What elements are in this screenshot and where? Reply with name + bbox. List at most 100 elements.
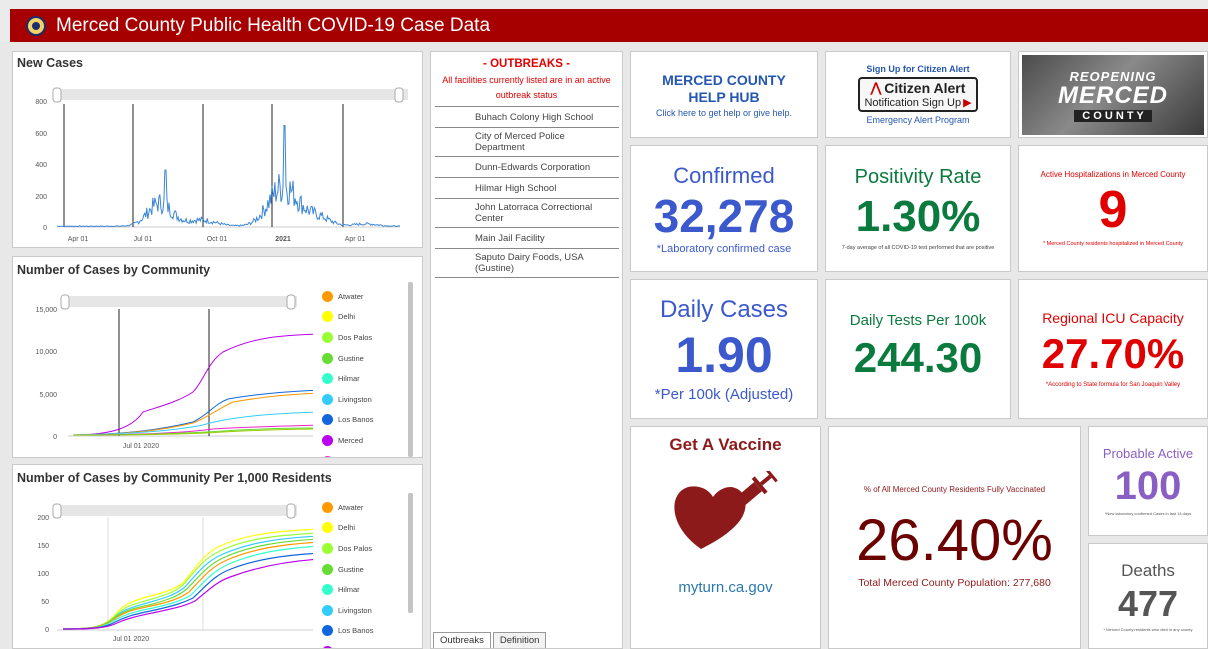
reopening-merced-panel[interactable]: REOPENING MERCED C O U N T Y xyxy=(1018,51,1208,138)
legend-label: Winton xyxy=(338,457,361,458)
reopening-logo[interactable]: REOPENING MERCED C O U N T Y xyxy=(1022,55,1204,135)
x-tick-label: Jul 01 2020 xyxy=(113,636,149,643)
vaccinated-note: Total Merced County Population: 277,680 xyxy=(858,577,1051,589)
series-line-merced xyxy=(62,558,313,630)
list-item[interactable]: Hilmar High School xyxy=(435,178,619,199)
x-tick-label: Oct 01 xyxy=(207,236,228,243)
vaccine-link[interactable]: myturn.ca.gov xyxy=(631,579,820,596)
list-item[interactable]: Buhach Colony High School xyxy=(435,107,619,128)
legend-item[interactable]: Merced xyxy=(320,641,405,648)
legend-item[interactable]: Los Banos xyxy=(320,410,405,431)
icu-value: 27.70% xyxy=(1041,330,1185,377)
legend-swatch-icon xyxy=(322,584,333,596)
legend-swatch-icon xyxy=(322,542,333,554)
vaccine-panel[interactable]: Get A Vaccine myturn.ca.gov xyxy=(630,426,821,649)
legend-item[interactable]: Hilmar xyxy=(320,368,405,389)
series-line-atwater xyxy=(62,541,313,630)
range-slider-left-handle[interactable] xyxy=(52,503,62,519)
list-item[interactable]: Saputo Dairy Foods, USA (Gustine) xyxy=(435,249,619,278)
legend-item[interactable]: Delhi xyxy=(320,307,405,328)
heart-syringe-icon xyxy=(674,471,778,549)
y-tick-label: 15,000 xyxy=(36,307,58,314)
legend-item[interactable]: Hilmar xyxy=(320,579,405,600)
legend-label: Hilmar xyxy=(338,585,360,595)
y-tick-label: 0 xyxy=(43,225,47,232)
daily-tests-value: 244.30 xyxy=(853,333,983,381)
legend-swatch-icon xyxy=(322,563,333,575)
legend-label: Gustine xyxy=(338,564,364,574)
confirmed-note: *Laboratory confirmed case xyxy=(656,242,792,255)
outbreaks-list: Buhach Colony High School City of Merced… xyxy=(435,106,619,278)
range-slider-track[interactable] xyxy=(65,296,297,307)
y-tick-label: 10,000 xyxy=(36,349,58,356)
alert-chevron-icon: ⋀ xyxy=(870,80,882,95)
legend-item[interactable]: Winton xyxy=(320,451,405,458)
range-slider-right-handle[interactable] xyxy=(394,87,404,103)
legend-item[interactable]: Dos Palos xyxy=(320,327,405,348)
vaccinated-title: % of All Merced County Residents Fully V… xyxy=(863,485,1046,494)
y-tick-label: 200 xyxy=(35,194,47,201)
county-seal-icon xyxy=(26,15,46,36)
legend-item[interactable]: Merced xyxy=(320,430,405,451)
new-cases-panel: New Cases 800 600 400 200 0 Apr 01 Jul 0… xyxy=(12,51,423,248)
legend-swatch-icon xyxy=(322,414,333,426)
community-legend[interactable]: Atwater Delhi Dos Palos Gustine Hilmar Living… xyxy=(320,286,405,458)
legend-item[interactable]: Atwater xyxy=(320,497,405,518)
help-hub-panel[interactable]: MERCED COUNTY HELP HUB Click here to get… xyxy=(630,51,818,138)
header: Merced County Public Health COVID-19 Cas… xyxy=(0,0,1208,42)
legend-scrollbar[interactable] xyxy=(408,282,413,457)
legend-label: Merced xyxy=(338,435,364,445)
list-item[interactable]: John Latorraca Correctional Center xyxy=(435,199,619,228)
cases-by-community-chart[interactable]: 15,000 10,000 5,000 0 Jul 01 2020 xyxy=(13,257,313,458)
range-slider-left-handle[interactable] xyxy=(52,87,62,103)
range-slider-right-handle[interactable] xyxy=(286,294,296,310)
tab-outbreaks[interactable]: Outbreaks xyxy=(433,632,491,648)
citizen-alert-top-text[interactable]: Sign Up for Citizen Alert xyxy=(866,64,969,74)
legend-item[interactable]: Livingston xyxy=(320,600,405,621)
legend-swatch-icon xyxy=(322,434,333,446)
new-cases-chart[interactable]: 800 600 400 200 0 Apr 01 Jul 01 Oct 01 2… xyxy=(13,52,423,248)
positivity-value: 1.30% xyxy=(855,192,981,241)
daily-tests-title: Daily Tests Per 100k xyxy=(849,311,987,329)
outbreaks-subtitle: All facilities currently listed are in a… xyxy=(442,75,611,100)
list-item[interactable]: City of Merced Police Department xyxy=(435,128,619,157)
y-tick-label: 0 xyxy=(53,434,57,441)
citizen-alert-bottom-text[interactable]: Emergency Alert Program xyxy=(866,115,969,125)
range-slider-left-handle[interactable] xyxy=(60,294,70,310)
legend-item[interactable]: Delhi xyxy=(320,518,405,539)
list-item[interactable]: Dunn-Edwards Corporation xyxy=(435,157,619,178)
legend-scrollbar[interactable] xyxy=(408,493,413,613)
range-slider-track[interactable] xyxy=(57,505,297,516)
daily-cases-value: 1.90 xyxy=(675,326,773,383)
legend-label: Los Banos xyxy=(338,415,374,425)
vaccine-title[interactable]: Get A Vaccine xyxy=(631,435,820,455)
y-tick-label: 0 xyxy=(45,627,49,634)
range-slider-track[interactable] xyxy=(57,89,408,100)
legend-item[interactable]: Atwater xyxy=(320,286,405,307)
help-hub-subtitle[interactable]: Click here to get help or give help. xyxy=(656,108,792,118)
x-tick-label: Apr 01 xyxy=(345,236,366,243)
y-tick-label: 400 xyxy=(35,162,47,169)
legend-item[interactable]: Gustine xyxy=(320,348,405,369)
legend-item[interactable]: Los Banos xyxy=(320,621,405,642)
help-hub-title[interactable]: MERCED COUNTY HELP HUB xyxy=(649,72,799,106)
cases-by-community-panel: Number of Cases by Community 15,000 10,0… xyxy=(12,256,423,458)
citizen-alert-panel[interactable]: Sign Up for Citizen Alert ⋀ Citizen Aler… xyxy=(825,51,1011,138)
deaths-value: 477 xyxy=(1117,582,1179,624)
citizen-alert-button[interactable]: ⋀ Citizen Alert Notification Sign Up ▶ xyxy=(858,77,978,112)
y-tick-label: 200 xyxy=(37,515,49,522)
list-item[interactable]: Main Jail Facility xyxy=(435,228,619,249)
outbreaks-header: - OUTBREAKS - All facilities currently l… xyxy=(431,52,622,103)
range-slider-right-handle[interactable] xyxy=(286,503,296,519)
outbreaks-tabs: Outbreaks Definition xyxy=(433,632,548,648)
deaths-panel: Deaths 477 * Merced County residents who… xyxy=(1088,543,1208,649)
x-tick-label: Apr 01 xyxy=(68,236,89,243)
legend-item[interactable]: Gustine xyxy=(320,559,405,580)
cases-per-1000-chart[interactable]: 200 150 100 50 0 Jul 01 2020 xyxy=(13,465,313,649)
legend-label: Dos Palos xyxy=(338,543,373,553)
legend-item[interactable]: Livingston xyxy=(320,389,405,410)
legend-item[interactable]: Dos Palos xyxy=(320,538,405,559)
per-1000-legend[interactable]: Atwater Delhi Dos Palos Gustine Hilmar Living… xyxy=(320,497,405,648)
legend-swatch-icon xyxy=(322,522,333,534)
tab-definition[interactable]: Definition xyxy=(492,632,547,648)
